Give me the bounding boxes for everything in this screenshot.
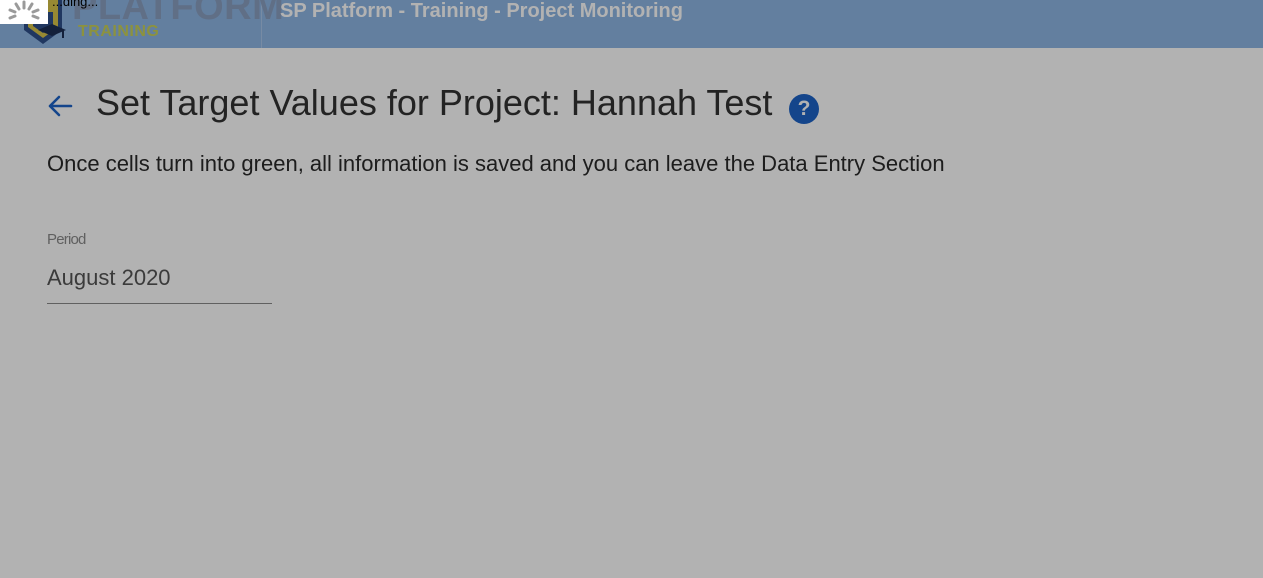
loading-spinner-icon [8,0,40,20]
loading-label: ...ding... [52,0,99,9]
loading-spinner [0,0,48,24]
loading-overlay: ...ding... [0,0,1263,578]
